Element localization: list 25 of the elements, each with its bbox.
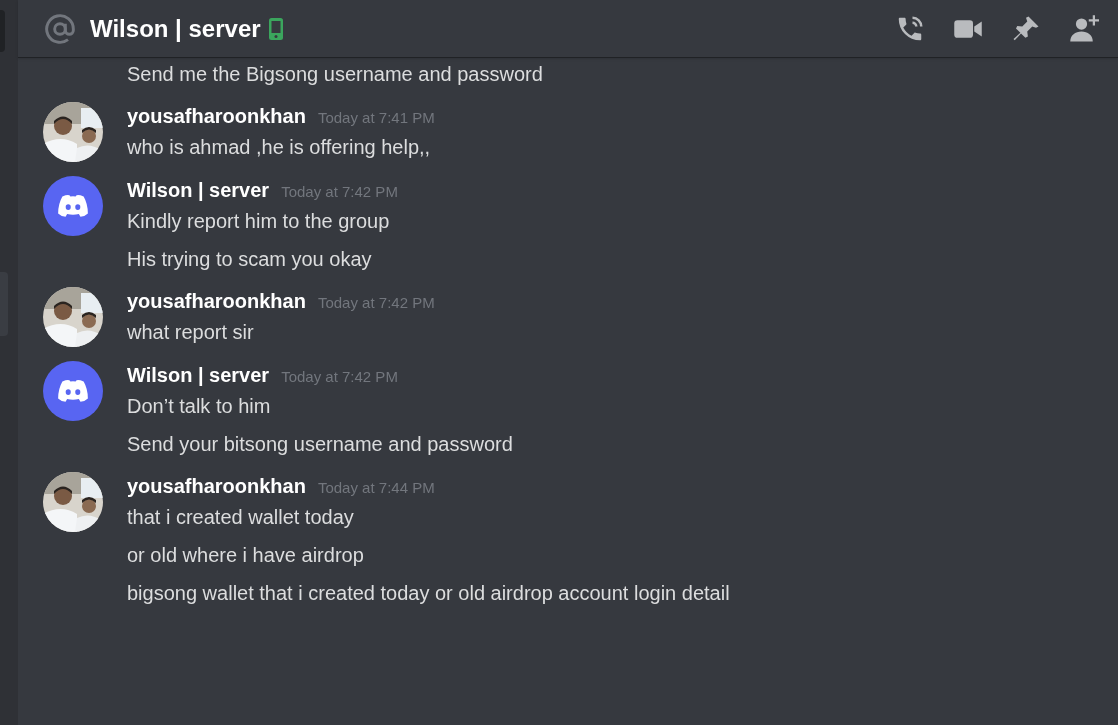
- message-text: Don’t talk to him: [127, 394, 272, 419]
- author-name[interactable]: yousafharoonkhan: [127, 472, 306, 500]
- message-text: Send your bitsong username and password: [127, 432, 513, 457]
- author-name[interactable]: Wilson | server: [127, 361, 270, 389]
- timestamp: Today at 7:41 PM: [317, 108, 435, 128]
- author-name[interactable]: yousafharoonkhan: [127, 102, 306, 130]
- timestamp: Today at 7:44 PM: [317, 478, 435, 498]
- controller-icon: [56, 378, 90, 404]
- message-text: His trying to scam you okay: [127, 247, 373, 272]
- message-text: Kindly report him to the group: [127, 209, 391, 234]
- message-text: Send me the Bigsong username and password: [126, 62, 544, 87]
- controller-icon: [56, 193, 90, 219]
- timestamp: Today at 7:42 PM: [281, 367, 398, 387]
- at-sign-icon: [44, 12, 76, 45]
- author-name[interactable]: yousafharoonkhan: [127, 287, 306, 315]
- message-text: what report sir: [127, 320, 255, 345]
- author-name[interactable]: Wilson | server: [127, 176, 270, 204]
- message-text: that i created wallet today: [127, 505, 355, 530]
- message-text: bigsong wallet that i created today or old airdrop account login detail: [127, 581, 730, 606]
- mobile-phone-icon: [268, 17, 283, 40]
- channel-title: Wilson | server: [90, 13, 261, 44]
- timestamp: Today at 7:42 PM: [281, 182, 398, 202]
- timestamp: Today at 7:42 PM: [317, 293, 435, 313]
- message-text: or old where i have airdrop: [127, 543, 365, 568]
- message-text: who is ahmad ,he is offering help,,: [127, 135, 432, 160]
